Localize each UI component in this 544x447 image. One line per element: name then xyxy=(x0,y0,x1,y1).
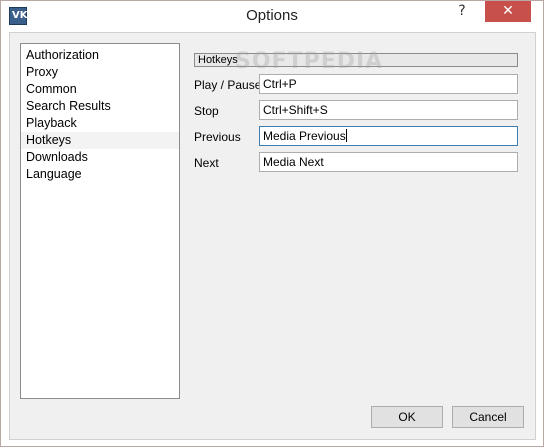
help-button[interactable]: ? xyxy=(439,1,485,22)
next-field[interactable]: Media Next xyxy=(259,152,518,172)
play-pause-label: Play / Pause xyxy=(194,78,262,92)
nav-item-playback[interactable]: Playback xyxy=(21,115,179,132)
play-pause-field[interactable]: Ctrl+P xyxy=(259,74,518,94)
stop-label: Stop xyxy=(194,104,219,118)
previous-field[interactable]: Media Previous xyxy=(259,126,518,146)
close-icon: ✕ xyxy=(502,3,514,19)
stop-field[interactable]: Ctrl+Shift+S xyxy=(259,100,518,120)
nav-item-language[interactable]: Language xyxy=(21,166,179,183)
next-label: Next xyxy=(194,156,219,170)
text-caret xyxy=(345,129,347,142)
previous-label: Previous xyxy=(194,130,241,144)
nav-item-common[interactable]: Common xyxy=(21,81,179,98)
close-button[interactable]: ✕ xyxy=(485,1,531,22)
watermark: SOFTPEDIA xyxy=(235,49,384,74)
ok-button[interactable]: OK xyxy=(371,406,443,428)
title-bar[interactable]: VK Options ? ✕ xyxy=(1,1,543,32)
nav-item-authorization[interactable]: Authorization xyxy=(21,47,179,64)
dialog-content: Authorization Proxy Common Search Result… xyxy=(9,32,536,440)
nav-item-hotkeys[interactable]: Hotkeys xyxy=(21,132,179,149)
nav-item-proxy[interactable]: Proxy xyxy=(21,64,179,81)
cancel-button[interactable]: Cancel xyxy=(452,406,524,428)
nav-item-search-results[interactable]: Search Results xyxy=(21,98,179,115)
category-list[interactable]: Authorization Proxy Common Search Result… xyxy=(20,43,180,399)
nav-item-downloads[interactable]: Downloads xyxy=(21,149,179,166)
options-dialog: VK Options ? ✕ Authorization Proxy Commo… xyxy=(0,0,544,447)
previous-field-value: Media Previous xyxy=(263,129,346,143)
